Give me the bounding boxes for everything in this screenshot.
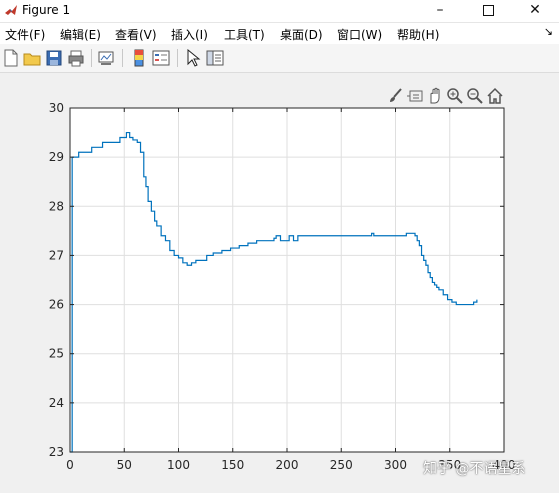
y-tick-label: 23	[49, 445, 64, 459]
watermark: 知乎 @不语星系	[423, 461, 526, 477]
x-tick-label: 50	[117, 458, 132, 472]
line-chart[interactable]: 0 50 100 150 200 250 300 350 4002324252627282930	[0, 0, 559, 493]
x-tick-label: 200	[276, 458, 299, 472]
x-tick-label: 300	[384, 458, 407, 472]
x-tick-label: 150	[221, 458, 244, 472]
y-tick-label: 24	[49, 396, 64, 410]
y-tick-label: 29	[49, 150, 64, 164]
y-tick-label: 26	[49, 298, 64, 312]
y-tick-label: 28	[49, 199, 64, 213]
x-tick-label: 100	[167, 458, 190, 472]
y-tick-label: 27	[49, 248, 64, 262]
x-tick-label: 0	[66, 458, 74, 472]
y-tick-label: 30	[49, 101, 64, 115]
x-tick-label: 250	[330, 458, 353, 472]
y-tick-label: 25	[49, 347, 64, 361]
